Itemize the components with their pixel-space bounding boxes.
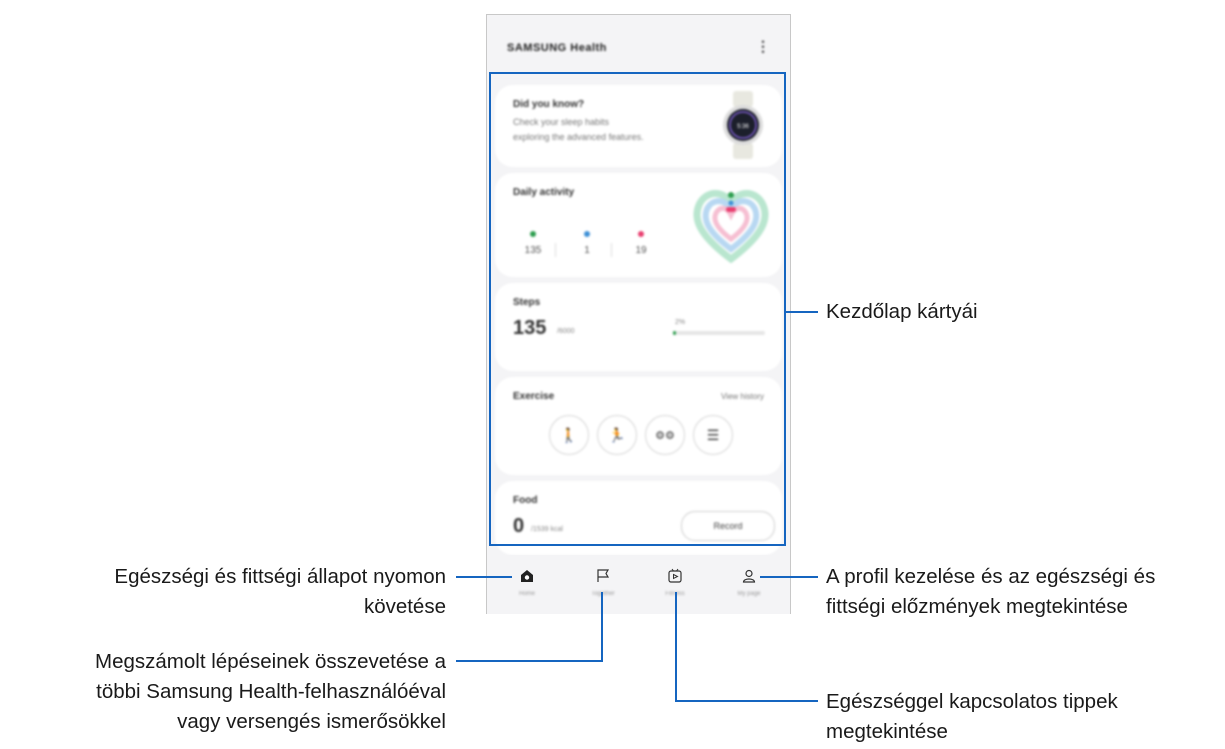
together-annotation-line-3: vagy versengés ismerősökkel [177, 710, 446, 733]
callout-lines [456, 311, 818, 702]
mypage-annotation-line-2: fittségi előzmények megtekintése [826, 595, 1128, 618]
together-annotation-line-2: többi Samsung Health-felhasználóéval [96, 680, 446, 703]
fitness-annotation-line-1: Egészséggel kapcsolatos tippek [826, 690, 1118, 713]
mypage-annotation-line-1: A profil kezelése és az egészségi és [826, 565, 1156, 588]
together-callout-line [456, 592, 603, 662]
home-annotation-line-2: követése [363, 595, 446, 618]
cards-annotation: Kezdőlap kártyái [826, 300, 978, 323]
fitness-callout-line [675, 592, 818, 702]
together-annotation-line-1: Megszámolt lépéseinek összevetése a [95, 650, 446, 673]
home-annotation-line-1: Egészségi és fittségi állapot nyomon [114, 565, 446, 588]
fitness-annotation-line-2: megtekintése [826, 720, 948, 743]
